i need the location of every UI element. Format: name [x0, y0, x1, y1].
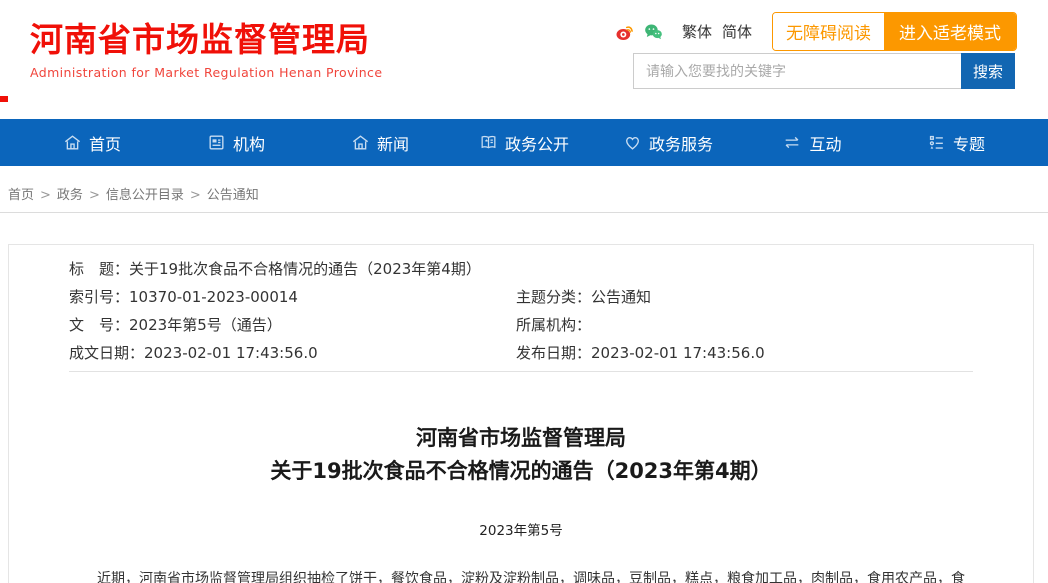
- meta-publish-date-value: 2023-02-01 17:43:56.0: [591, 344, 765, 362]
- breadcrumb-separator: >: [190, 188, 201, 203]
- home-icon: [63, 133, 82, 152]
- search-input[interactable]: [633, 53, 961, 89]
- nav-item-home[interactable]: 首页: [20, 131, 164, 155]
- nav-item-label: 政务服务: [649, 131, 713, 155]
- interaction-icon: [782, 133, 802, 152]
- meta-index-label: 索引号：: [69, 288, 129, 306]
- elder-mode-button[interactable]: 进入适老模式: [884, 13, 1016, 50]
- meta-title-value: 关于19批次食品不合格情况的通告（2023年第4期）: [129, 260, 481, 278]
- breadcrumb-gov[interactable]: 政务: [57, 188, 83, 203]
- meta-org-label: 所属机构：: [516, 316, 591, 334]
- article-title-line2: 关于19批次食品不合格情况的通告（2023年第4期）: [9, 455, 1033, 488]
- meta-title-label: 标 题：: [69, 260, 129, 278]
- document-meta-table: 标 题：关于19批次食品不合格情况的通告（2023年第4期） 索引号：10370…: [69, 255, 973, 367]
- article-doc-number: 2023年第5号: [9, 519, 1033, 539]
- meta-category-label: 主题分类：: [516, 288, 591, 306]
- nav-item-label: 专题: [953, 131, 985, 155]
- meta-row-dates: 成文日期：2023-02-01 17:43:56.0 发布日期：2023-02-…: [69, 339, 973, 367]
- topics-icon: [927, 133, 946, 152]
- breadcrumb-notices[interactable]: 公告通知: [207, 188, 259, 203]
- accessibility-reading-button[interactable]: 无障碍阅读: [773, 13, 884, 50]
- nav-item-label: 机构: [233, 131, 265, 155]
- meta-row-index: 索引号：10370-01-2023-00014 主题分类：公告通知: [69, 283, 973, 311]
- meta-row-docno: 文 号：2023年第5号（通告） 所属机构：: [69, 311, 973, 339]
- header-divider: [0, 212, 1048, 213]
- wechat-icon[interactable]: [643, 22, 664, 42]
- meta-publish-date-label: 发布日期：: [516, 344, 591, 362]
- document-panel: 标 题：关于19批次食品不合格情况的通告（2023年第4期） 索引号：10370…: [8, 244, 1034, 583]
- search-button[interactable]: 搜索: [961, 53, 1015, 89]
- nav-item-label: 政务公开: [505, 131, 569, 155]
- meta-docno-label: 文 号：: [69, 316, 129, 334]
- meta-category-value: 公告通知: [591, 288, 651, 306]
- site-logo[interactable]: 河南省市场监督管理局 Administration for Market Reg…: [30, 20, 382, 80]
- breadcrumb-info-catalog[interactable]: 信息公开目录: [106, 188, 184, 203]
- breadcrumb: 首页 > 政务 > 信息公开目录 > 公告通知: [8, 184, 259, 203]
- article-title-line1: 河南省市场监督管理局: [9, 422, 1033, 455]
- meta-written-date-label: 成文日期：: [69, 344, 144, 362]
- search-bar: 搜索: [633, 53, 1015, 89]
- site-title: 河南省市场监督管理局: [30, 20, 382, 60]
- nav-item-interaction[interactable]: 互动: [740, 131, 884, 155]
- article: 河南省市场监督管理局 关于19批次食品不合格情况的通告（2023年第4期） 20…: [9, 422, 1033, 583]
- site-subtitle: Administration for Market Regulation Hen…: [30, 65, 382, 80]
- nav-item-label: 新闻: [377, 131, 409, 155]
- lang-traditional-link[interactable]: 繁体: [682, 21, 712, 42]
- meta-written-date-value: 2023-02-01 17:43:56.0: [144, 344, 318, 362]
- lang-simplified-link[interactable]: 简体: [722, 21, 752, 42]
- page: 河南省市场监督管理局 Administration for Market Reg…: [0, 0, 1048, 583]
- meta-docno-value: 2023年第5号（通告）: [129, 316, 282, 334]
- meta-row-title: 标 题：关于19批次食品不合格情况的通告（2023年第4期）: [69, 255, 973, 283]
- weibo-icon[interactable]: [615, 22, 635, 42]
- nav-item-label: 首页: [89, 131, 121, 155]
- nav-item-news[interactable]: 新闻: [308, 131, 452, 155]
- breadcrumb-separator: >: [89, 188, 100, 203]
- red-mark-decoration: [0, 96, 8, 102]
- gov-disclosure-icon: [479, 133, 498, 152]
- nav-item-gov-service[interactable]: 政务服务: [596, 131, 740, 155]
- nav-item-gov-disclosure[interactable]: 政务公开: [452, 131, 596, 155]
- nav-item-organization[interactable]: 机构: [164, 131, 308, 155]
- article-paragraph: 近期，河南省市场监督管理局组织抽检了饼干，餐饮食品，淀粉及淀粉制品，调味品，豆制…: [9, 567, 1033, 583]
- meta-index-value: 10370-01-2023-00014: [129, 288, 298, 306]
- breadcrumb-separator: >: [40, 188, 51, 203]
- breadcrumb-home[interactable]: 首页: [8, 188, 34, 203]
- gov-service-icon: [623, 133, 642, 152]
- mode-buttons-group: 无障碍阅读 进入适老模式: [772, 12, 1017, 51]
- nav-item-topics[interactable]: 专题: [884, 131, 1028, 155]
- header-utility-bar: 繁体 简体 无障碍阅读 进入适老模式: [615, 12, 1017, 51]
- organization-icon: [207, 133, 226, 152]
- news-icon: [351, 133, 370, 152]
- meta-divider: [69, 371, 973, 372]
- main-nav: 首页 机构 新闻: [0, 119, 1048, 166]
- nav-item-label: 互动: [809, 131, 841, 155]
